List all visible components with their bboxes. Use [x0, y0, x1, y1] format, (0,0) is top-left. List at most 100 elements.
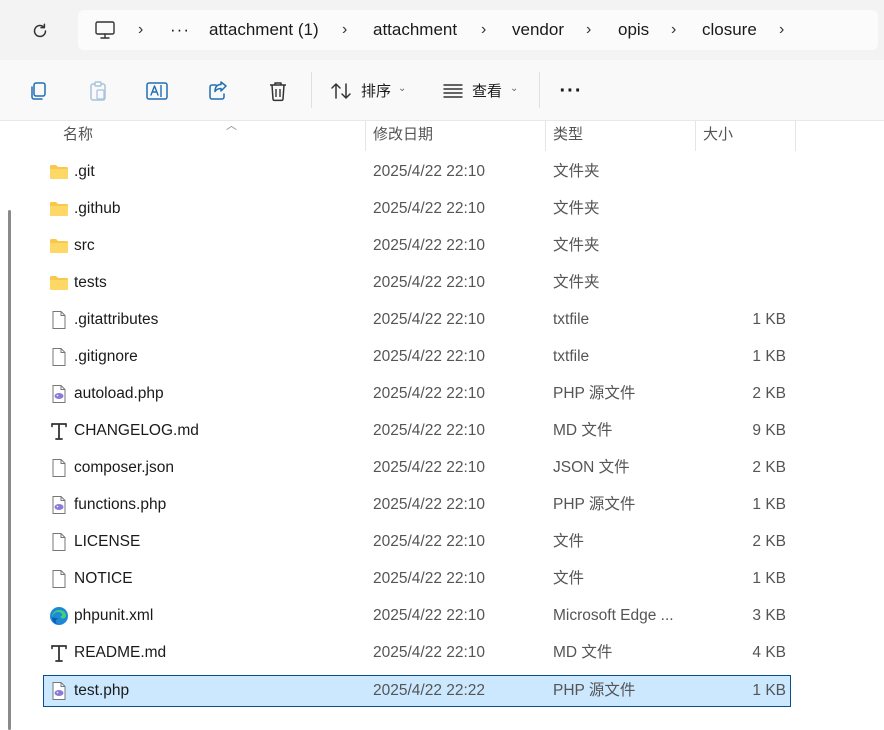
file-name: src — [74, 237, 95, 254]
folder-icon — [49, 199, 69, 219]
rename-icon — [146, 82, 168, 100]
blank-file-icon — [49, 347, 69, 367]
column-divider[interactable] — [795, 121, 796, 151]
file-type: txtfile — [553, 311, 590, 328]
file-name: .git — [74, 163, 95, 180]
refresh-icon — [33, 23, 47, 38]
file-size: 1 KB — [752, 348, 786, 365]
column-divider[interactable] — [545, 121, 546, 151]
breadcrumb-closure[interactable]: closure — [702, 10, 757, 50]
file-type: 文件 — [553, 533, 585, 550]
blank-file-icon — [49, 458, 69, 478]
breadcrumb-attachment-1[interactable]: attachment (1) — [209, 10, 319, 50]
hidden-path-button[interactable]: ··· — [170, 10, 190, 50]
php-file-icon — [49, 384, 69, 404]
column-header-date[interactable]: 修改日期 — [373, 121, 433, 151]
file-row[interactable]: autoload.php 2025/4/22 22:10 PHP 源文件 2 KB — [44, 379, 790, 409]
file-row[interactable]: .gitignore 2025/4/22 22:10 txtfile 1 KB — [44, 342, 790, 372]
file-name: LICENSE — [74, 533, 141, 550]
file-row[interactable]: test.php 2025/4/22 22:22 PHP 源文件 1 KB — [43, 675, 791, 707]
file-size: 2 KB — [752, 385, 786, 402]
chevron-right-icon[interactable]: › — [671, 10, 676, 50]
file-row[interactable]: CHANGELOG.md 2025/4/22 22:10 MD 文件 9 KB — [44, 416, 790, 446]
file-row[interactable]: .git 2025/4/22 22:10 文件夹 — [44, 157, 790, 187]
file-name: composer.json — [74, 459, 174, 476]
column-header-row: ︿ 名称 修改日期 类型 大小 — [22, 120, 884, 151]
trash-icon — [270, 82, 286, 102]
file-name: test.php — [74, 682, 130, 699]
file-row[interactable]: phpunit.xml 2025/4/22 22:10 Microsoft Edge… — [44, 601, 790, 631]
toolbar-divider — [539, 72, 540, 108]
chevron-down-icon: ⌄ — [510, 83, 519, 94]
folder-icon — [49, 162, 69, 182]
column-divider[interactable] — [365, 121, 366, 151]
file-row[interactable]: .gitattributes 2025/4/22 22:10 txtfile 1 KB — [44, 305, 790, 335]
file-name: tests — [74, 274, 107, 291]
chevron-right-icon[interactable]: › — [342, 10, 347, 50]
breadcrumb-attachment[interactable]: attachment — [373, 10, 457, 50]
column-header-size[interactable]: 大小 — [703, 121, 733, 151]
file-name: CHANGELOG.md — [74, 422, 199, 439]
file-modified-date: 2025/4/22 22:22 — [373, 682, 486, 699]
file-modified-date: 2025/4/22 22:10 — [373, 274, 486, 291]
paste-button[interactable] — [83, 76, 113, 106]
sort-ascending-icon: ︿ — [226, 120, 237, 132]
breadcrumb-opis[interactable]: opis — [618, 10, 649, 50]
file-row[interactable]: tests 2025/4/22 22:10 文件夹 — [44, 268, 790, 298]
more-options-button[interactable]: ··· — [556, 76, 586, 106]
vertical-scrollbar[interactable] — [8, 210, 11, 730]
view-button[interactable]: 查看 ⌄ — [438, 74, 524, 108]
file-type: 文件夹 — [553, 163, 600, 180]
file-size: 4 KB — [752, 644, 786, 661]
file-size — [694, 231, 786, 261]
column-divider[interactable] — [695, 121, 696, 151]
column-header-name[interactable]: 名称 — [63, 121, 93, 151]
rename-button[interactable] — [142, 76, 172, 106]
file-type: 文件夹 — [553, 200, 600, 217]
share-button[interactable] — [203, 76, 233, 106]
file-size — [694, 194, 786, 224]
refresh-button[interactable] — [26, 18, 54, 44]
view-icon — [443, 84, 463, 98]
file-type: 文件夹 — [553, 274, 600, 291]
php-file-icon — [49, 495, 69, 515]
file-row[interactable]: src 2025/4/22 22:10 文件夹 — [44, 231, 790, 261]
delete-button[interactable] — [263, 76, 293, 106]
file-row[interactable]: NOTICE 2025/4/22 22:10 文件 1 KB — [44, 564, 790, 594]
sort-button[interactable]: 排序 ⌄ — [326, 74, 412, 108]
blank-file-icon — [49, 532, 69, 552]
file-size: 1 KB — [752, 570, 786, 587]
this-pc-icon[interactable] — [94, 20, 116, 45]
file-modified-date: 2025/4/22 22:10 — [373, 385, 486, 402]
file-row[interactable]: LICENSE 2025/4/22 22:10 文件 2 KB — [44, 527, 790, 557]
chevron-right-icon[interactable]: › — [779, 10, 784, 50]
copy-button[interactable] — [23, 76, 53, 106]
chevron-right-icon[interactable]: › — [481, 10, 486, 50]
file-modified-date: 2025/4/22 22:10 — [373, 311, 486, 328]
file-modified-date: 2025/4/22 22:10 — [373, 422, 486, 439]
chevron-right-icon[interactable]: › — [586, 10, 591, 50]
file-name: .github — [74, 200, 121, 217]
file-name: functions.php — [74, 496, 167, 513]
breadcrumb-vendor[interactable]: vendor — [512, 10, 564, 50]
column-header-type[interactable]: 类型 — [553, 121, 583, 151]
file-size: 1 KB — [752, 682, 786, 699]
file-row[interactable]: composer.json 2025/4/22 22:10 JSON 文件 2 KB — [44, 453, 790, 483]
file-modified-date: 2025/4/22 22:10 — [373, 607, 486, 624]
file-type: PHP 源文件 — [553, 385, 636, 402]
markdown-file-icon — [49, 643, 69, 663]
blank-file-icon — [49, 569, 69, 589]
file-modified-date: 2025/4/22 22:10 — [373, 533, 486, 550]
file-type: MD 文件 — [553, 422, 613, 439]
file-row[interactable]: .github 2025/4/22 22:10 文件夹 — [44, 194, 790, 224]
file-row[interactable]: functions.php 2025/4/22 22:10 PHP 源文件 1 KB — [44, 490, 790, 520]
file-size — [694, 268, 786, 298]
sort-icon — [331, 83, 351, 99]
address-bar[interactable]: › ··· attachment (1) › attachment › vend… — [78, 10, 878, 50]
file-size: 9 KB — [752, 422, 786, 439]
file-name: README.md — [74, 644, 167, 661]
file-row[interactable]: README.md 2025/4/22 22:10 MD 文件 4 KB — [44, 638, 790, 668]
chevron-right-icon[interactable]: › — [138, 10, 143, 50]
copy-icon — [31, 82, 46, 100]
toolbar-divider — [311, 72, 312, 108]
